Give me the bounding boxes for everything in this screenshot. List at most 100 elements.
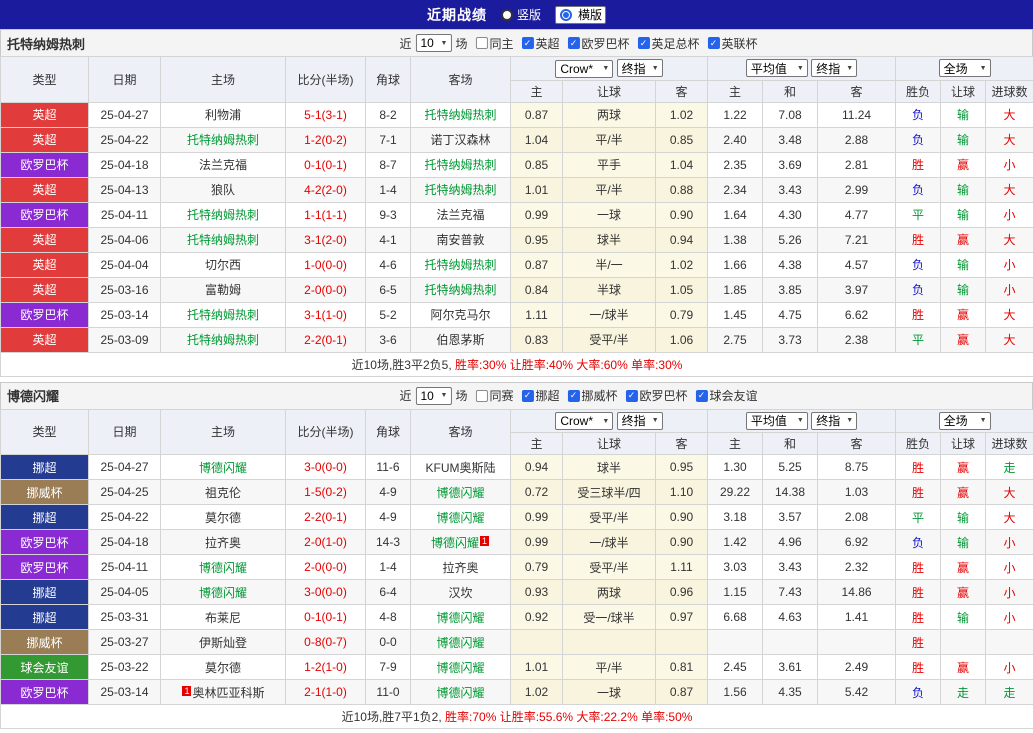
result-handicap: 赢	[940, 554, 987, 580]
avg-draw-odds: 3.57	[762, 504, 819, 530]
home-team-link[interactable]: 利物浦	[205, 108, 241, 122]
handicap-home-odds: 0.79	[510, 554, 563, 580]
avg-away-odds: 2.88	[817, 126, 897, 153]
league-filter-checkbox[interactable]: ✓ 欧罗巴杯	[625, 387, 688, 404]
horizontal-layout-radio[interactable]: 横版	[555, 5, 607, 24]
home-team-link[interactable]: 布莱尼	[205, 611, 241, 625]
home-team-link[interactable]: 托特纳姆热刺	[187, 133, 259, 147]
result-goals	[985, 629, 1033, 655]
vertical-layout-radio[interactable]: 竖版	[500, 6, 541, 23]
home-team-link[interactable]: 莫尔德	[205, 661, 241, 675]
away-team-link[interactable]: 博德闪耀	[431, 536, 479, 550]
checkbox-checked-icon: ✓	[637, 37, 650, 49]
home-team-link[interactable]: 托特纳姆热刺	[187, 333, 259, 347]
home-team-link[interactable]: 拉齐奥	[205, 536, 241, 550]
away-team-link[interactable]: 汉坎	[448, 586, 472, 600]
subcol-away-odds: 客	[654, 79, 709, 103]
full-match-select[interactable]: 全场 ▼	[938, 411, 991, 430]
away-team-link[interactable]: 博德闪耀	[436, 636, 484, 650]
average-odds-select[interactable]: 平均值 ▼	[745, 411, 808, 430]
match-row: 挪超 25-03-31 布莱尼 0-1(0-1) 4-8 博德闪耀 0.92 受一/球半 0.9…	[0, 604, 1033, 630]
full-match-select[interactable]: 全场 ▼	[938, 59, 991, 78]
away-team-link[interactable]: 南安普敦	[436, 233, 484, 247]
away-team-link[interactable]: 托特纳姆热刺	[424, 283, 496, 297]
away-team-link[interactable]: 托特纳姆热刺	[424, 258, 496, 272]
away-team-link[interactable]: 诺丁汉森林	[430, 133, 490, 147]
final-odds-select[interactable]: 终指 ▼	[616, 59, 663, 77]
checkbox-checked-icon: ✓	[521, 37, 534, 49]
home-team-cell: 利物浦	[160, 101, 286, 128]
match-date: 25-03-22	[88, 654, 161, 680]
league-filter-checkbox[interactable]: ✓ 挪超	[521, 387, 560, 404]
handicap-home-odds: 0.99	[510, 201, 563, 228]
home-team-link[interactable]: 博德闪耀	[199, 461, 247, 475]
odds-source-select[interactable]: Crow* ▼	[555, 59, 614, 78]
avg-home-odds: 2.75	[707, 326, 764, 353]
home-team-link[interactable]: 奥林匹亚科斯	[192, 686, 264, 700]
corners-cell: 5-2	[365, 301, 411, 328]
away-team-link[interactable]: 阿尔克马尔	[430, 308, 490, 322]
league-filter-checkbox[interactable]: ✓ 欧罗巴杯	[567, 35, 630, 52]
avg-draw-odds	[762, 629, 819, 655]
away-team-link[interactable]: KFUM奥斯陆	[426, 461, 496, 475]
away-team-link[interactable]: 博德闪耀	[436, 611, 484, 625]
home-team-link[interactable]: 莫尔德	[205, 511, 241, 525]
avg-home-odds: 1.30	[707, 454, 764, 480]
recent-count-select[interactable]: 10 ▼	[415, 34, 452, 52]
home-team-link[interactable]: 祖克伦	[205, 486, 241, 500]
final-odds-select[interactable]: 终指 ▼	[811, 411, 858, 430]
corners-cell: 8-7	[365, 151, 411, 178]
home-team-link[interactable]: 狼队	[211, 183, 235, 197]
handicap-line: 受平/半	[562, 504, 656, 530]
league-filter-checkbox[interactable]: ✓ 挪威杯	[567, 387, 618, 404]
match-row: 英超 25-04-13 狼队 4-2(2-0) 1-4 托特纳姆热刺 1.01 平/半 0.88…	[0, 176, 1033, 203]
away-team-link[interactable]: 博德闪耀	[436, 486, 484, 500]
handicap-away-odds: 1.06	[654, 326, 709, 353]
away-team-link[interactable]: 托特纳姆热刺	[424, 108, 496, 122]
away-team-link[interactable]: 拉齐奥	[442, 561, 478, 575]
avg-draw-odds: 4.63	[762, 604, 819, 630]
subcol-goals-result: 进球数	[985, 432, 1033, 455]
avg-away-odds: 2.99	[817, 176, 897, 203]
handicap-line: 半球	[562, 276, 656, 303]
away-team-link[interactable]: 法兰克福	[436, 208, 484, 222]
league-filter-checkbox[interactable]: ✓ 英超	[521, 35, 560, 52]
league-filter-checkbox[interactable]: ✓ 英联杯	[707, 35, 758, 52]
away-team-link[interactable]: 伯恩茅斯	[436, 333, 484, 347]
result-handicap: 赢	[940, 654, 987, 680]
away-team-link[interactable]: 博德闪耀	[436, 511, 484, 525]
final-odds-select[interactable]: 终指 ▼	[811, 59, 858, 78]
recent-count-select[interactable]: 10 ▼	[415, 386, 452, 405]
away-team-link[interactable]: 托特纳姆热刺	[424, 183, 496, 197]
handicap-home-odds: 0.93	[510, 579, 563, 605]
home-team-link[interactable]: 博德闪耀	[199, 561, 247, 575]
home-team-link[interactable]: 托特纳姆热刺	[187, 308, 259, 322]
league-filter-checkbox[interactable]: ✓ 球会友谊	[695, 387, 758, 404]
home-team-link[interactable]: 切尔西	[205, 258, 241, 272]
result-handicap: 走	[940, 679, 987, 705]
home-team-link[interactable]: 托特纳姆热刺	[187, 233, 259, 247]
same-condition-checkbox[interactable]: 同主	[475, 35, 513, 52]
result-goals: 走	[985, 454, 1033, 480]
handicap-away-odds: 1.02	[654, 101, 709, 128]
odds-source-select[interactable]: Crow* ▼	[555, 412, 614, 430]
final-odds-select[interactable]: 终指 ▼	[616, 411, 663, 430]
same-condition-checkbox[interactable]: 同赛	[475, 387, 513, 404]
home-team-link[interactable]: 伊斯灿登	[199, 636, 247, 650]
home-team-link[interactable]: 富勒姆	[205, 283, 241, 297]
handicap-home-odds: 1.04	[510, 126, 563, 153]
matches-label: 场	[455, 389, 468, 403]
away-team-link[interactable]: 托特纳姆热刺	[424, 158, 496, 172]
home-team-link[interactable]: 博德闪耀	[199, 586, 247, 600]
corners-cell: 7-1	[365, 126, 411, 153]
checkbox-checked-icon: ✓	[695, 389, 708, 402]
league-badge: 挪超	[0, 504, 89, 530]
result-handicap: 赢	[940, 579, 987, 605]
league-filter-checkbox[interactable]: ✓ 英足总杯	[637, 35, 700, 52]
away-team-link[interactable]: 博德闪耀	[436, 686, 484, 700]
home-team-link[interactable]: 托特纳姆热刺	[187, 208, 259, 222]
result-goals: 大	[985, 301, 1033, 328]
home-team-link[interactable]: 法兰克福	[199, 158, 247, 172]
away-team-link[interactable]: 博德闪耀	[436, 661, 484, 675]
average-odds-select[interactable]: 平均值 ▼	[745, 59, 808, 78]
